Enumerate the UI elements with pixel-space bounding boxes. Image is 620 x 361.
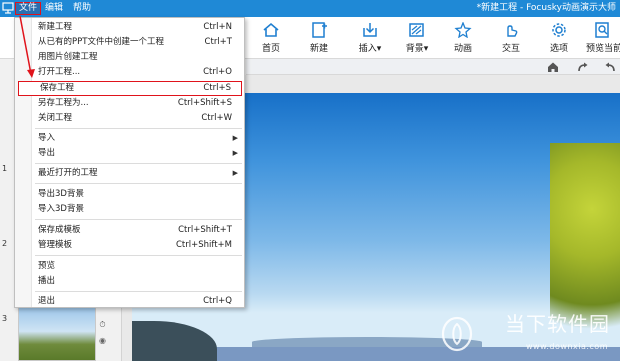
menu-edit[interactable]: 编辑	[42, 2, 66, 15]
watermark: 当下软件园 www.downxia.com	[424, 312, 614, 353]
menu-separator	[35, 128, 242, 129]
preview-current-button[interactable]: 预览当前	[584, 20, 620, 56]
animation-label: 动画	[453, 44, 472, 54]
menu-item-import-3d-bg[interactable]: 导入3D背景	[15, 202, 244, 217]
menu-item-new-from-images[interactable]: 用图片创建工程	[15, 50, 244, 65]
background-icon	[409, 23, 424, 37]
menu-item-new-from-ppt[interactable]: 从已有的PPT文件中创建一个工程 Ctrl+T	[15, 35, 244, 50]
menu-item-broadcast[interactable]: 播出	[15, 274, 244, 289]
menu-separator	[35, 291, 242, 292]
file-menu-dropdown: 新建工程 Ctrl+N 从已有的PPT文件中创建一个工程 Ctrl+T 用图片创…	[14, 17, 245, 308]
insert-label: 插入▾	[358, 44, 382, 54]
home-icon	[263, 22, 279, 37]
menu-help[interactable]: 帮助	[70, 2, 94, 15]
animation-button[interactable]: 动画	[443, 20, 483, 56]
insert-icon	[363, 23, 377, 37]
animation-icon	[454, 22, 472, 38]
preview-current-label: 预览当前	[586, 44, 620, 54]
slide-number-1: 1	[2, 164, 8, 173]
menu-item-import[interactable]: 导入 ▶	[15, 131, 244, 146]
submenu-arrow-icon: ▶	[232, 134, 238, 142]
slide-thumbnail-3[interactable]	[18, 307, 96, 361]
menu-item-recent-projects[interactable]: 最近打开的工程 ▶	[15, 166, 244, 181]
new-button[interactable]: 新建	[299, 20, 339, 56]
watermark-url: www.downxia.com	[525, 342, 608, 351]
home-label: 首页	[261, 44, 280, 54]
undo-icon[interactable]	[604, 61, 616, 73]
home-button[interactable]: 首页	[251, 20, 291, 56]
options-button[interactable]: 选项	[539, 20, 579, 56]
title-bar: 文件 编辑 帮助 *新建工程 - Focusky动画演示大师	[0, 0, 620, 17]
menu-separator	[35, 163, 242, 164]
home-view-icon[interactable]	[547, 61, 559, 73]
interaction-icon	[507, 25, 518, 37]
app-logo-icon[interactable]	[2, 2, 14, 14]
background-label: 背景▾	[405, 44, 429, 54]
slide-number-2: 2	[2, 239, 8, 248]
slide-number-3: 3	[2, 314, 8, 323]
menu-item-exit[interactable]: 退出 Ctrl+Q	[15, 294, 244, 309]
menu-item-save-as[interactable]: 另存工程为... Ctrl+Shift+S	[15, 96, 244, 111]
canvas-toolbar	[246, 59, 620, 75]
menu-item-export[interactable]: 导出 ▶	[15, 146, 244, 161]
menu-item-export-3d-bg[interactable]: 导出3D背景	[15, 187, 244, 202]
redo-icon[interactable]	[577, 61, 589, 73]
options-label: 选项	[549, 44, 568, 54]
menu-item-close-project[interactable]: 关闭工程 Ctrl+W	[15, 111, 244, 126]
insert-button[interactable]: 插入▾	[350, 20, 390, 56]
menu-item-save-template[interactable]: 保存成模板 Ctrl+Shift+T	[15, 223, 244, 238]
watermark-text: 当下软件园	[505, 312, 610, 336]
photo-rock	[132, 321, 217, 361]
submenu-arrow-icon: ▶	[232, 149, 238, 157]
menu-separator	[35, 183, 242, 184]
menu-file[interactable]: 文件	[15, 2, 42, 15]
menu-separator	[35, 219, 242, 220]
menu-item-new-project[interactable]: 新建工程 Ctrl+N	[15, 20, 244, 35]
interaction-label: 交互	[501, 44, 520, 54]
preview-icon	[595, 22, 609, 38]
new-icon	[312, 22, 327, 38]
new-label: 新建	[309, 44, 328, 54]
interaction-button[interactable]: 交互	[491, 20, 531, 56]
settings-icon	[552, 23, 566, 37]
background-button[interactable]: 背景▾	[397, 20, 437, 56]
menu-item-preview[interactable]: 预览	[15, 259, 244, 274]
eye-icon[interactable]: ◉	[98, 336, 107, 345]
menu-separator	[35, 255, 242, 256]
menu-item-manage-templates[interactable]: 管理模板 Ctrl+Shift+M	[15, 238, 244, 253]
submenu-arrow-icon: ▶	[232, 169, 238, 177]
window-title: *新建工程 - Focusky动画演示大师	[476, 3, 616, 13]
watermark-logo-icon	[441, 316, 473, 352]
timer-icon[interactable]: ⏱	[98, 320, 107, 329]
menu-item-open-project[interactable]: 打开工程... Ctrl+O	[15, 65, 244, 80]
menu-item-save-project[interactable]: 保存工程 Ctrl+S	[18, 81, 242, 96]
